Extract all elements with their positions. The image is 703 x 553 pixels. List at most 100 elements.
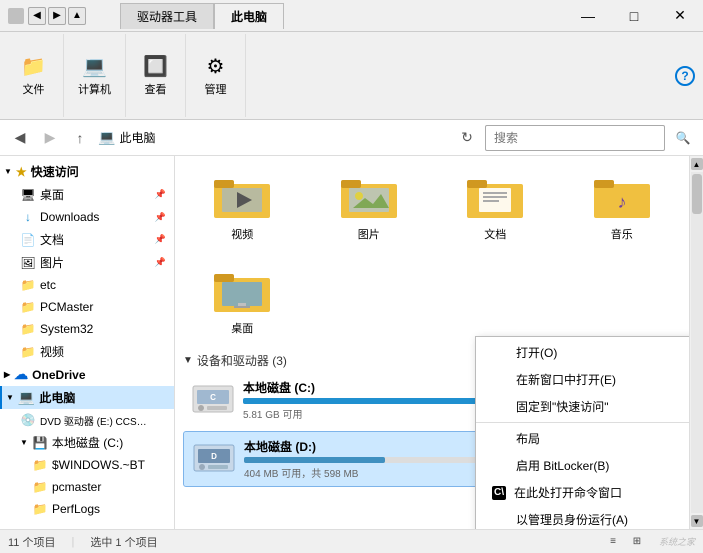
sidebar-disk-c[interactable]: ▼ 💾 本地磁盘 (C:) <box>0 431 174 454</box>
forward-button[interactable]: ▶ <box>48 7 66 25</box>
sidebar-item-pcmaster-sub[interactable]: 📁 pcmaster <box>0 476 174 498</box>
status-selected: 选中 1 个项目 <box>90 534 157 550</box>
sidebar: ▼ ★ 快速访问 🖥 桌面 📌 ↓ Downloads 📌 📄 文档 📌 🖼 图… <box>0 156 175 529</box>
refresh-button[interactable]: ↻ <box>455 126 479 150</box>
ctx-pin-label: 固定到"快速访问" <box>516 398 609 415</box>
folder-icon-pcmaster-sub: 📁 <box>32 479 48 495</box>
nav-back[interactable]: ◀ <box>8 126 32 150</box>
minimize-button[interactable]: — <box>565 0 611 32</box>
folder-icon-windows-bt: 📁 <box>32 457 48 473</box>
address-bar: ◀ ▶ ↑ 💻 此电脑 ↻ 🔍 <box>0 120 703 156</box>
diskc-arrow: ▼ <box>20 438 28 447</box>
pin-icon-docs: 📌 <box>155 234 166 245</box>
sidebar-item-etc[interactable]: 📁 etc <box>0 274 174 296</box>
manage-button-group: ⚙ 管理 <box>196 38 236 113</box>
window-controls: — □ ✕ <box>565 0 703 32</box>
sidebar-item-perflogs[interactable]: 📁 PerfLogs <box>0 498 174 520</box>
sidebar-item-pictures[interactable]: 🖼 图片 📌 <box>0 251 174 274</box>
up-button[interactable]: ▲ <box>68 7 86 25</box>
ribbon-section-computer: 💻 计算机 <box>64 34 126 117</box>
sidebar-thispc[interactable]: ▼ 💻 此电脑 <box>0 386 174 409</box>
ribbon-manage-label: 管理 <box>205 81 227 97</box>
nav-forward[interactable]: ▶ <box>38 126 62 150</box>
folder-documents[interactable]: 文档 <box>436 164 555 250</box>
sidebar-pictures-label: 图片 <box>40 254 64 271</box>
folder-icon-system32: 📁 <box>20 321 36 337</box>
sidebar-desktop-label: 桌面 <box>40 186 64 203</box>
tab-driver-tools[interactable]: 驱动器工具 <box>120 3 214 29</box>
scroll-up[interactable]: ▲ <box>691 158 703 170</box>
sidebar-item-videos[interactable]: 📁 视频 <box>0 340 174 363</box>
ctx-pin-quick-access[interactable]: 固定到"快速访问" <box>476 393 689 420</box>
close-button[interactable]: ✕ <box>657 0 703 32</box>
sidebar-downloads-label: Downloads <box>40 210 99 224</box>
tab-this-pc[interactable]: 此电脑 <box>214 3 284 29</box>
sidebar-onedrive[interactable]: ▶ ☁ OneDrive <box>0 363 174 386</box>
folder-music-icon: ♪ <box>592 172 652 222</box>
folder-videos[interactable]: 视频 <box>183 164 302 250</box>
sidebar-quick-access[interactable]: ▼ ★ 快速访问 <box>0 160 174 183</box>
sidebar-item-pcmaster[interactable]: 📁 PCMaster <box>0 296 174 318</box>
disk-icon-c: 💾 <box>32 435 48 451</box>
ctx-sep-1 <box>476 422 689 423</box>
app-icon <box>8 8 24 24</box>
folder-desktop[interactable]: 桌面 <box>183 258 302 344</box>
view-details-btn[interactable]: ≡ <box>603 532 623 552</box>
ribbon-file-btn[interactable]: 📁 文件 <box>14 51 54 101</box>
sidebar-item-desktop[interactable]: 🖥 桌面 📌 <box>0 183 174 206</box>
ctx-cmd[interactable]: C\ 在此处打开命令窗口 <box>476 479 689 506</box>
svg-text:D: D <box>211 452 217 461</box>
ctx-open[interactable]: 打开(O) <box>476 339 689 366</box>
search-input[interactable] <box>485 125 665 151</box>
folder-documents-icon <box>465 172 525 222</box>
folder-pictures[interactable]: 图片 <box>310 164 429 250</box>
manage-icon: ⚙ <box>204 55 228 79</box>
sidebar-pcmaster-sub-label: pcmaster <box>52 480 101 494</box>
ctx-new-window-icon <box>492 372 508 388</box>
ctx-admin-icon <box>492 512 508 528</box>
folder-documents-label: 文档 <box>484 226 506 242</box>
ctx-open-new-window[interactable]: 在新窗口中打开(E) <box>476 366 689 393</box>
folder-music-label: 音乐 <box>611 226 633 242</box>
ribbon-tabs: 驱动器工具 此电脑 <box>120 3 284 29</box>
ctx-bitlocker-label: 启用 BitLocker(B) <box>516 457 609 474</box>
help-button[interactable]: ? <box>675 66 695 86</box>
view-large-icons-btn[interactable]: ⊞ <box>627 532 647 552</box>
back-button[interactable]: ◀ <box>28 7 46 25</box>
pictures-icon: 🖼 <box>20 255 36 271</box>
folder-desktop-label: 桌面 <box>231 320 253 336</box>
ribbon-view-label: 查看 <box>145 81 167 97</box>
sidebar-item-documents[interactable]: 📄 文档 📌 <box>0 228 174 251</box>
ctx-layout[interactable]: 布局 ▶ <box>476 425 689 452</box>
scrollbar[interactable]: ▲ ▼ <box>689 156 703 529</box>
search-icon[interactable]: 🔍 <box>671 126 695 150</box>
ctx-layout-label: 布局 <box>516 430 540 447</box>
scroll-down[interactable]: ▼ <box>691 515 703 527</box>
sidebar-dvd-drive[interactable]: 💿 DVD 驱动器 (E:) CCSA_X64 <box>0 409 174 431</box>
breadcrumb-path: 此电脑 <box>119 129 155 146</box>
ribbon-computer-label: 计算机 <box>78 81 111 97</box>
sidebar-etc-label: etc <box>40 278 56 292</box>
ribbon-section-file: 📁 文件 <box>4 34 64 117</box>
sidebar-system32-label: System32 <box>40 322 93 336</box>
quick-access-buttons: ◀ ▶ ▲ <box>28 7 86 25</box>
maximize-button[interactable]: □ <box>611 0 657 32</box>
pin-icon-desktop: 📌 <box>155 189 166 200</box>
scroll-thumb[interactable] <box>692 174 702 214</box>
ctx-run-as-admin[interactable]: 以管理员身份运行(A) <box>476 506 689 529</box>
ribbon-view-btn[interactable]: 🔲 查看 <box>136 51 176 101</box>
onedrive-icon: ☁ <box>14 366 28 383</box>
ribbon-manage-btn[interactable]: ⚙ 管理 <box>196 51 236 101</box>
drive-c-icon: C <box>191 382 235 418</box>
sidebar-item-downloads[interactable]: ↓ Downloads 📌 <box>0 206 174 228</box>
ctx-bitlocker-icon <box>492 458 508 474</box>
folder-icon-videos: 📁 <box>20 344 36 360</box>
sidebar-item-windows-bt[interactable]: 📁 $WINDOWS.~BT <box>0 454 174 476</box>
ctx-cmd-label: 在此处打开命令窗口 <box>514 484 622 501</box>
sidebar-item-system32[interactable]: 📁 System32 <box>0 318 174 340</box>
folder-desktop-icon <box>212 266 272 316</box>
nav-up[interactable]: ↑ <box>68 126 92 150</box>
ribbon-computer-btn[interactable]: 💻 计算机 <box>72 51 117 101</box>
ctx-bitlocker[interactable]: 启用 BitLocker(B) <box>476 452 689 479</box>
folder-music[interactable]: ♪ 音乐 <box>563 164 682 250</box>
